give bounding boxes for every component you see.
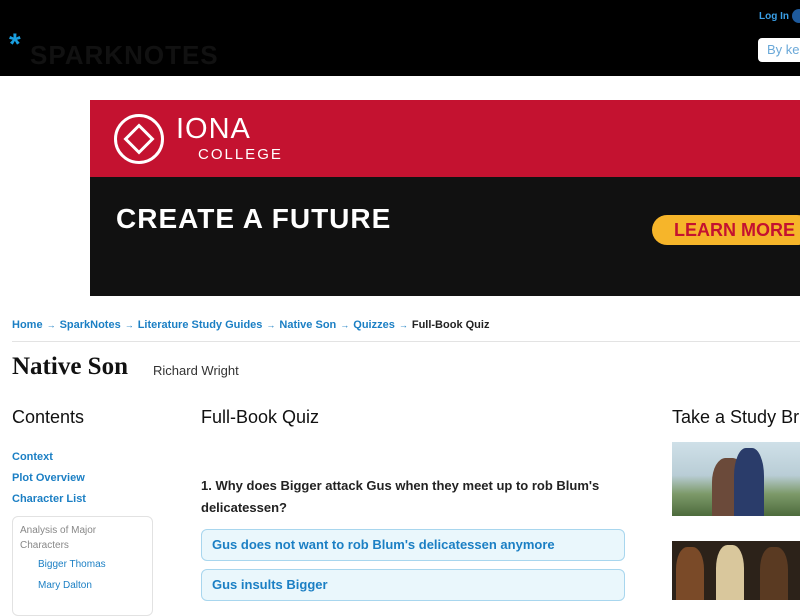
breadcrumb-arrow-icon: → <box>398 320 408 330</box>
breadcrumb-literature-study-guides[interactable]: Literature Study Guides <box>138 319 263 331</box>
breadcrumb-arrow-icon: → <box>124 320 134 330</box>
study-break-heading: Take a Study Br <box>672 407 800 427</box>
photo-figure <box>676 547 704 600</box>
sidebar-section-heading[interactable]: Analysis of Major Characters <box>20 523 140 553</box>
answer-option[interactable]: Gus insults Bigger <box>201 569 625 601</box>
learn-more-button[interactable]: LEARN MORE <box>652 215 800 245</box>
quiz-heading: Full-Book Quiz <box>201 407 320 427</box>
breadcrumb-arrow-icon: → <box>46 320 56 330</box>
contents-heading: Contents <box>12 407 85 427</box>
top-nav-bar: * SPARKNOTES Log In By ke <box>0 0 800 76</box>
sidebar-item-plot-overview[interactable]: Plot Overview <box>12 472 85 484</box>
sparknotes-logo-icon[interactable]: * <box>9 30 21 60</box>
breadcrumb-home[interactable]: Home <box>12 319 43 331</box>
photo-figure <box>734 448 764 516</box>
study-break-thumbnail[interactable] <box>672 541 800 600</box>
quiz-question: 1. Why does Bigger attack Gus when they … <box>201 478 600 515</box>
sidebar-item-character-list[interactable]: Character List <box>12 493 86 505</box>
ad-brand-sub: COLLEGE <box>198 146 283 163</box>
header-divider <box>12 341 800 342</box>
user-icon[interactable] <box>792 9 800 23</box>
iona-seal-icon <box>114 114 164 164</box>
ad-brand-band: IONA COLLEGE <box>90 100 800 177</box>
photo-figure <box>760 547 788 600</box>
study-break-thumbnail[interactable] <box>672 442 800 516</box>
breadcrumb-native-son[interactable]: Native Son <box>279 319 336 331</box>
sidebar-item-bigger-thomas[interactable]: Bigger Thomas <box>38 559 106 570</box>
ad-headline: CREATE A FUTURE <box>116 203 392 234</box>
photo-figure <box>716 545 744 600</box>
ad-brand-name: IONA <box>176 113 251 145</box>
breadcrumb-arrow-icon: → <box>266 320 276 330</box>
book-author[interactable]: Richard Wright <box>153 363 239 378</box>
breadcrumb-quizzes[interactable]: Quizzes <box>353 319 395 331</box>
iona-college-ad[interactable]: IONA COLLEGE CREATE A FUTURE LEARN MORE <box>90 100 800 296</box>
breadcrumb-current: Full-Book Quiz <box>411 319 490 331</box>
sidebar-item-mary-dalton[interactable]: Mary Dalton <box>38 580 92 591</box>
breadcrumb: Home → SparkNotes → Literature Study Guides →… <box>12 319 489 331</box>
page-title: Native Son <box>12 353 128 380</box>
sparknotes-logo-text[interactable]: SPARKNOTES <box>30 40 219 71</box>
breadcrumb-arrow-icon: → <box>340 320 350 330</box>
breadcrumb-sparknotes[interactable]: SparkNotes <box>60 319 121 331</box>
answer-option[interactable]: Gus does not want to rob Blum's delicate… <box>201 529 625 561</box>
sidebar-section-box: Analysis of Major Characters Bigger Thom… <box>12 516 153 616</box>
login-link[interactable]: Log In <box>759 11 789 22</box>
search-input[interactable]: By ke <box>758 38 800 62</box>
sidebar-item-context[interactable]: Context <box>12 451 53 463</box>
